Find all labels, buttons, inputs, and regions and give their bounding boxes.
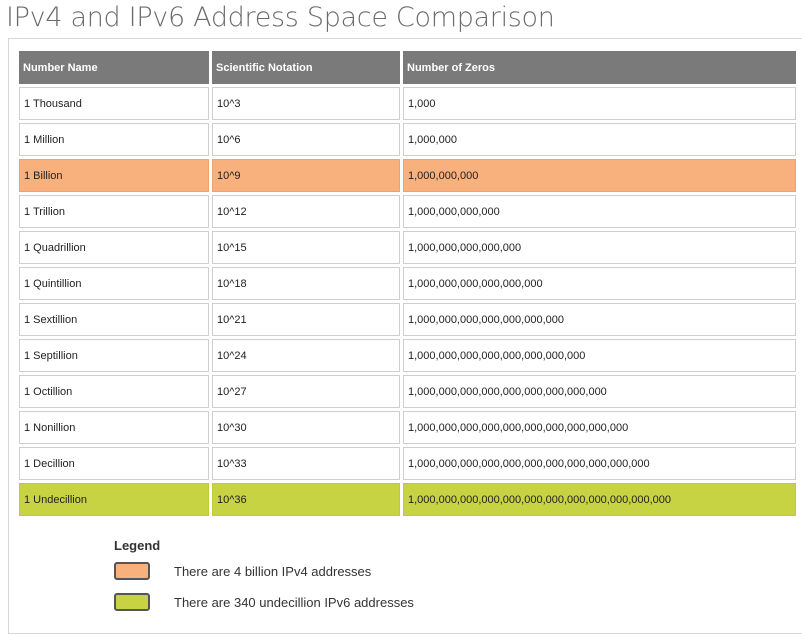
cell-number-name: 1 Sextillion	[19, 303, 209, 336]
cell-scientific-notation: 10^24	[212, 339, 400, 372]
cell-scientific-notation: 10^21	[212, 303, 400, 336]
cell-scientific-notation: 10^36	[212, 483, 400, 516]
cell-number-name: 1 Octillion	[19, 375, 209, 408]
legend-item-ipv4: There are 4 billion IPv4 addresses	[114, 559, 414, 583]
comparison-table: Number Name Scientific Notation Number o…	[16, 48, 799, 519]
cell-number-name: 1 Million	[19, 123, 209, 156]
cell-number-of-zeros: 1,000,000,000,000,000,000,000,000,000,00…	[403, 411, 796, 444]
header-scientific-notation: Scientific Notation	[212, 51, 400, 84]
cell-number-of-zeros: 1,000,000,000,000,000,000,000,000,000,00…	[403, 447, 796, 480]
cell-number-name: 1 Trillion	[19, 195, 209, 228]
page-title: IPv4 and IPv6 Address Space Comparison	[6, 2, 555, 33]
table-row-ipv6-highlight: 1 Undecillion 10^36 1,000,000,000,000,00…	[19, 483, 796, 516]
table-header-row: Number Name Scientific Notation Number o…	[19, 51, 796, 84]
header-number-of-zeros: Number of Zeros	[403, 51, 796, 84]
table-row: 1 Septillion 10^24 1,000,000,000,000,000…	[19, 339, 796, 372]
cell-scientific-notation: 10^33	[212, 447, 400, 480]
table-row: 1 Quintillion 10^18 1,000,000,000,000,00…	[19, 267, 796, 300]
cell-scientific-notation: 10^9	[212, 159, 400, 192]
cell-number-of-zeros: 1,000,000,000,000,000,000	[403, 267, 796, 300]
cell-scientific-notation: 10^30	[212, 411, 400, 444]
cell-number-of-zeros: 1,000	[403, 87, 796, 120]
legend-swatch-ipv6	[114, 593, 150, 611]
cell-scientific-notation: 10^6	[212, 123, 400, 156]
cell-scientific-notation: 10^15	[212, 231, 400, 264]
legend-swatch-ipv4	[114, 562, 150, 580]
table-row: 1 Nonillion 10^30 1,000,000,000,000,000,…	[19, 411, 796, 444]
legend-title: Legend	[114, 538, 161, 553]
cell-number-name: 1 Quintillion	[19, 267, 209, 300]
table-row: 1 Thousand 10^3 1,000	[19, 87, 796, 120]
table-row: 1 Decillion 10^33 1,000,000,000,000,000,…	[19, 447, 796, 480]
cell-number-name: 1 Billion	[19, 159, 209, 192]
table-row: 1 Quadrillion 10^15 1,000,000,000,000,00…	[19, 231, 796, 264]
cell-number-name: 1 Quadrillion	[19, 231, 209, 264]
cell-scientific-notation: 10^27	[212, 375, 400, 408]
cell-number-name: 1 Thousand	[19, 87, 209, 120]
cell-scientific-notation: 10^3	[212, 87, 400, 120]
legend-text-ipv4: There are 4 billion IPv4 addresses	[174, 563, 372, 579]
cell-scientific-notation: 10^12	[212, 195, 400, 228]
cell-number-of-zeros: 1,000,000,000,000,000,000,000	[403, 303, 796, 336]
cell-number-of-zeros: 1,000,000,000,000,000,000,000,000,000,00…	[403, 483, 796, 516]
cell-number-of-zeros: 1,000,000	[403, 123, 796, 156]
cell-number-of-zeros: 1,000,000,000,000,000,000,000,000,000	[403, 375, 796, 408]
cell-scientific-notation: 10^18	[212, 267, 400, 300]
table-row: 1 Trillion 10^12 1,000,000,000,000	[19, 195, 796, 228]
table-row-ipv4-highlight: 1 Billion 10^9 1,000,000,000	[19, 159, 796, 192]
table-row: 1 Sextillion 10^21 1,000,000,000,000,000…	[19, 303, 796, 336]
cell-number-of-zeros: 1,000,000,000,000	[403, 195, 796, 228]
table-row: 1 Million 10^6 1,000,000	[19, 123, 796, 156]
cell-number-name: 1 Undecillion	[19, 483, 209, 516]
legend-item-ipv6: There are 340 undecillion IPv6 addresses	[114, 590, 414, 614]
cell-number-name: 1 Septillion	[19, 339, 209, 372]
cell-number-name: 1 Nonillion	[19, 411, 209, 444]
legend: Legend There are 4 billion IPv4 addresse…	[114, 538, 414, 621]
cell-number-of-zeros: 1,000,000,000,000,000,000,000,000	[403, 339, 796, 372]
table-row: 1 Octillion 10^27 1,000,000,000,000,000,…	[19, 375, 796, 408]
header-number-name: Number Name	[19, 51, 209, 84]
cell-number-name: 1 Decillion	[19, 447, 209, 480]
cell-number-of-zeros: 1,000,000,000,000,000	[403, 231, 796, 264]
legend-text-ipv6: There are 340 undecillion IPv6 addresses	[174, 594, 414, 610]
cell-number-of-zeros: 1,000,000,000	[403, 159, 796, 192]
